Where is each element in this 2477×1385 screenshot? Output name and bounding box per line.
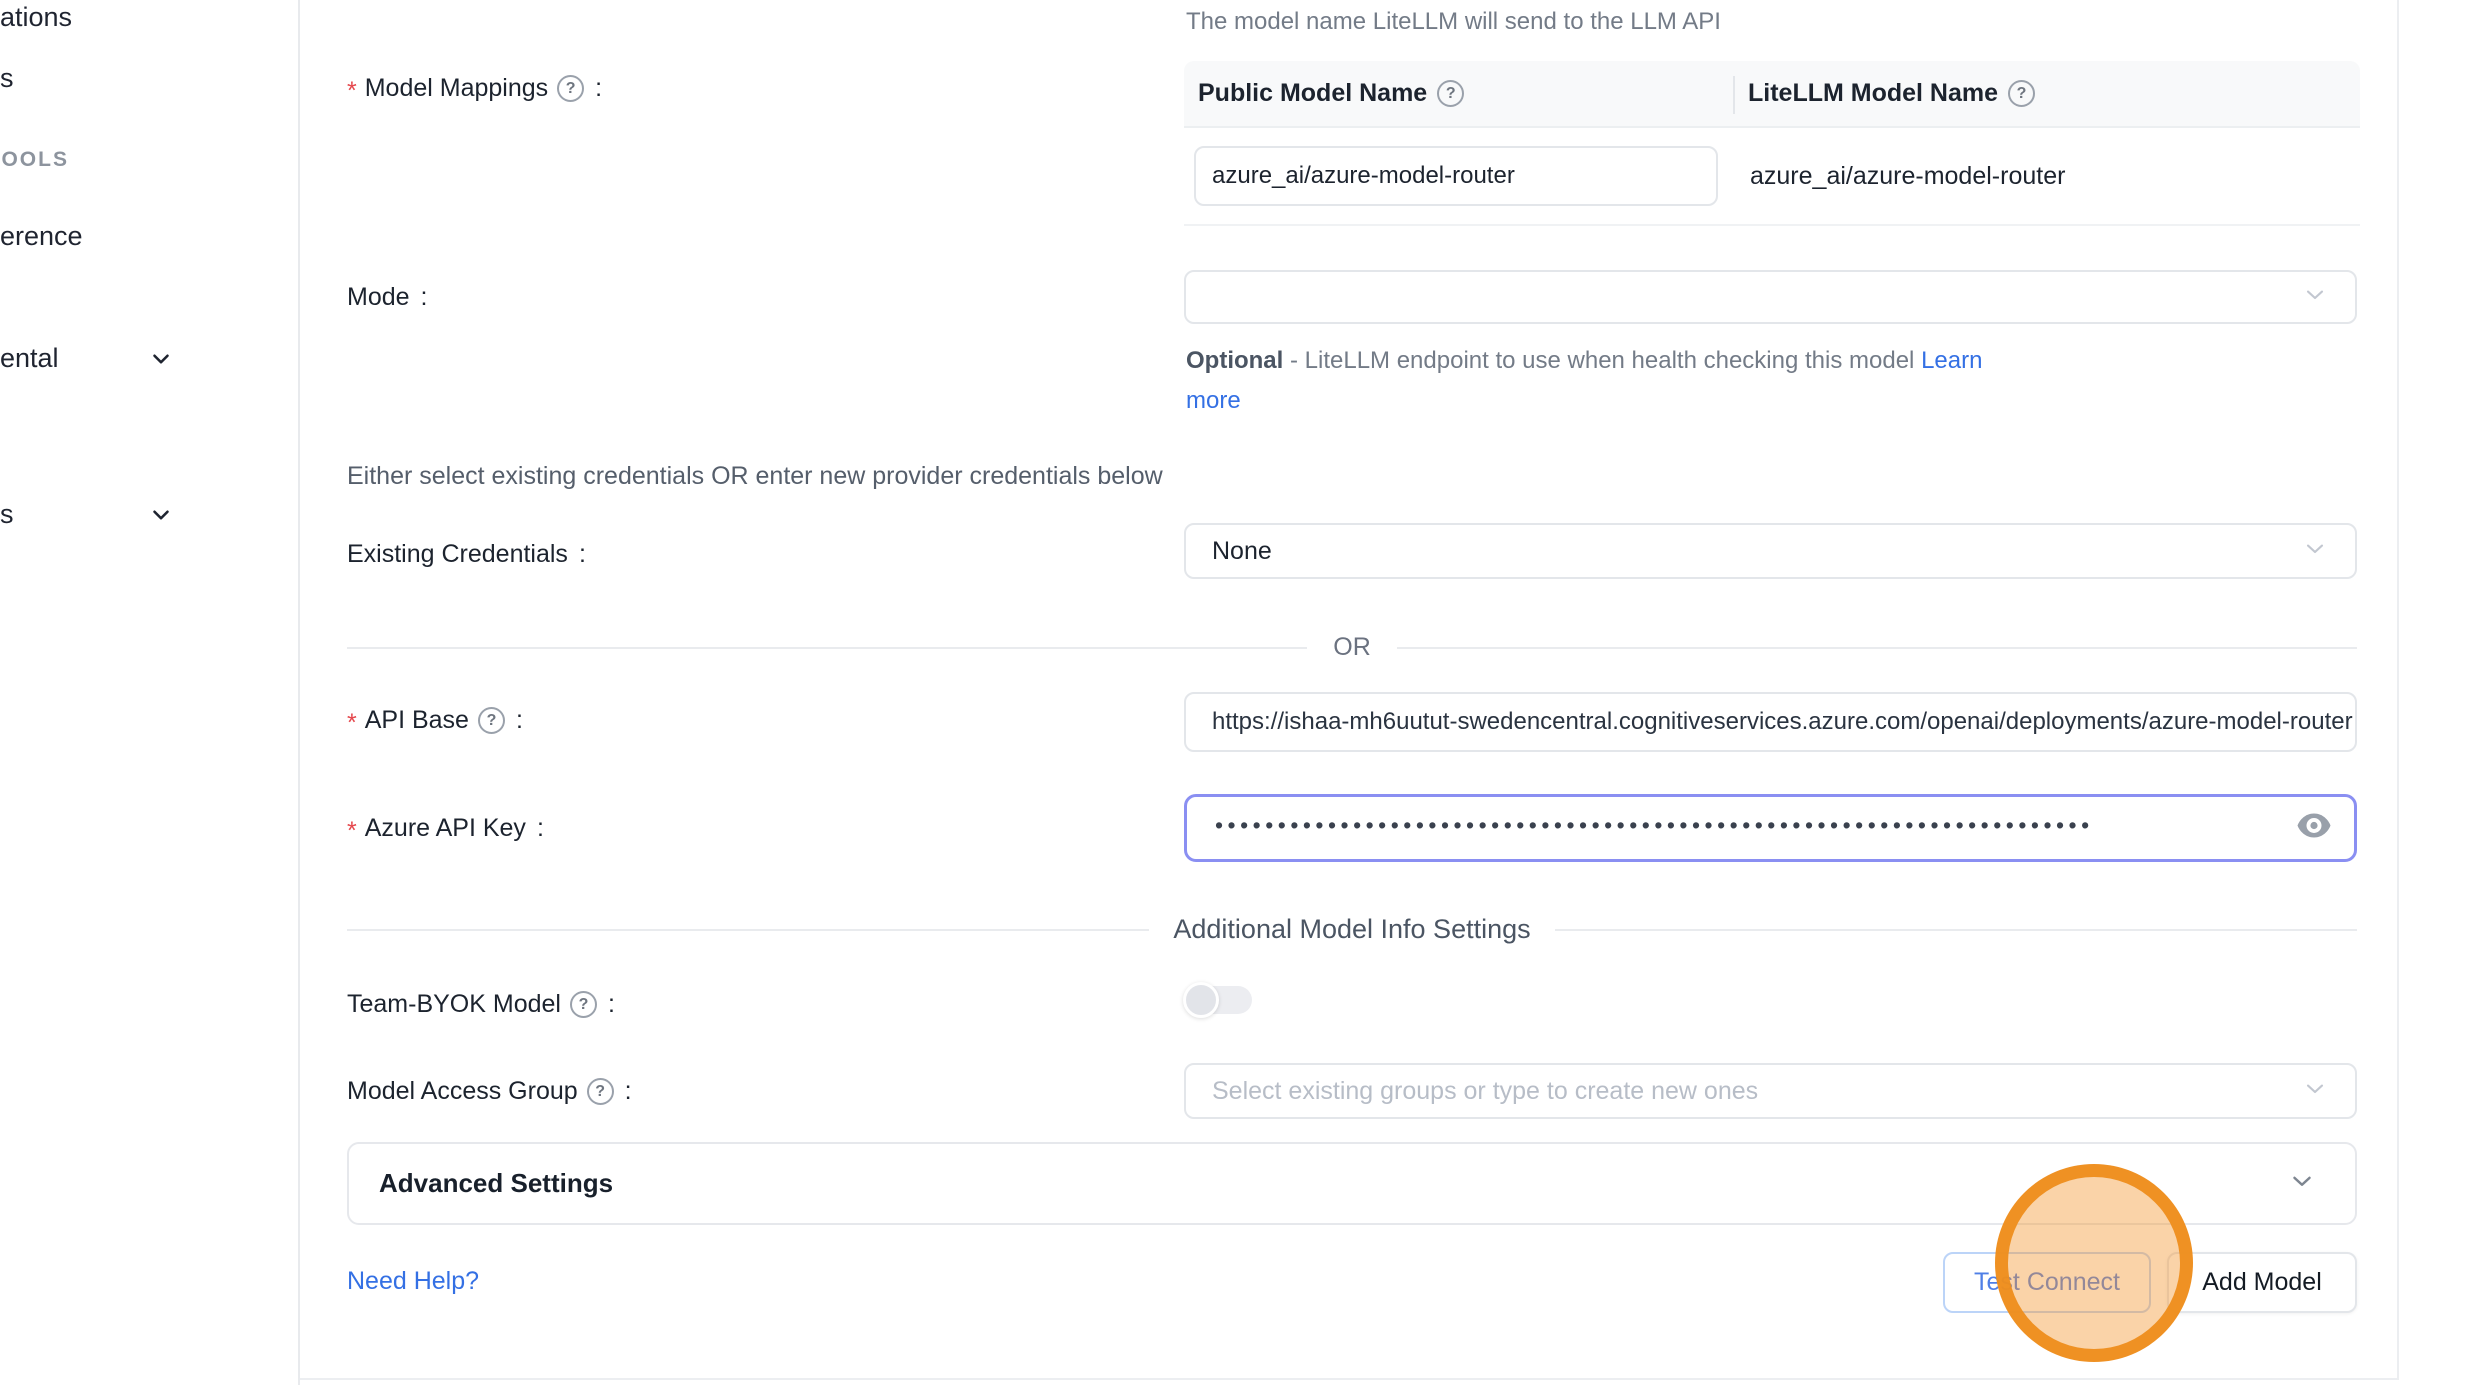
help-icon[interactable]: ? [2008, 80, 2035, 107]
advanced-settings-title: Advanced Settings [379, 1168, 613, 1199]
header-column-divider [1733, 76, 1735, 114]
model-access-group-label: Model Access Group ? : [347, 1077, 632, 1106]
required-asterisk: * [347, 709, 357, 738]
sidebar-item-inference[interactable]: erence [0, 221, 83, 252]
team-byok-label: Team-BYOK Model ? : [347, 990, 615, 1019]
model-mappings-header-row: Public Model Name ? LiteLLM Model Name ? [1184, 61, 2360, 128]
api-base-input[interactable]: https://ishaa-mh6uutut-swedencentral.cog… [1184, 692, 2357, 752]
chevron-down-icon [2301, 1075, 2329, 1108]
add-model-button[interactable]: Add Model [2167, 1252, 2357, 1313]
need-help-link[interactable]: Need Help? [347, 1267, 479, 1296]
advanced-settings-panel[interactable]: Advanced Settings [347, 1142, 2357, 1225]
existing-credentials-select[interactable]: None [1184, 523, 2357, 579]
test-connect-button[interactable]: Test Connect [1943, 1252, 2151, 1313]
litellm-model-name-value: azure_ai/azure-model-router [1734, 162, 2065, 190]
chevron-down-icon[interactable] [148, 346, 174, 372]
chevron-down-icon [2301, 535, 2329, 568]
or-divider: OR [347, 633, 2357, 662]
add-model-page: ations s TOOLS erence ental s The model … [0, 0, 2477, 1385]
additional-info-divider: Additional Model Info Settings [347, 914, 2357, 945]
sidebar-item-1[interactable]: s [0, 63, 14, 94]
model-mapping-row: azure_ai/azure-model-router azure_ai/azu… [1184, 128, 2360, 224]
help-icon[interactable]: ? [557, 75, 584, 102]
mode-select[interactable] [1184, 270, 2357, 324]
team-byok-toggle[interactable] [1186, 986, 1252, 1014]
help-icon[interactable]: ? [587, 1078, 614, 1105]
model-mappings-label: * Model Mappings ? : [347, 74, 602, 103]
chevron-down-icon[interactable] [148, 502, 174, 528]
azure-api-key-input[interactable]: ••••••••••••••••••••••••••••••••••••••••… [1184, 794, 2357, 862]
required-asterisk: * [347, 817, 357, 846]
chevron-down-icon [2287, 1166, 2317, 1201]
sidebar-section-tools: TOOLS [0, 148, 69, 172]
existing-credentials-label: Existing Credentials : [347, 540, 586, 569]
sidebar-item-organizations[interactable]: ations [0, 2, 72, 33]
help-icon[interactable]: ? [570, 991, 597, 1018]
sidebar-item-experimental[interactable]: ental [0, 343, 59, 374]
litellm-model-helper-text: The model name LiteLLM will send to the … [1186, 8, 1721, 36]
masked-password-value: ••••••••••••••••••••••••••••••••••••••••… [1187, 812, 2227, 839]
sidebar: ations s TOOLS erence ental s [0, 0, 300, 1385]
help-icon[interactable]: ? [478, 707, 505, 734]
required-asterisk: * [347, 77, 357, 106]
litellm-model-name-header: LiteLLM Model Name ? [1734, 79, 2360, 108]
public-model-name-header: Public Model Name ? [1184, 79, 1734, 108]
api-base-label: * API Base ? : [347, 706, 523, 735]
help-icon[interactable]: ? [1437, 80, 1464, 107]
public-model-name-input[interactable]: azure_ai/azure-model-router [1194, 146, 1718, 206]
eye-icon[interactable] [2296, 812, 2332, 845]
mode-label: Mode : [347, 283, 428, 312]
sidebar-item-settings[interactable]: s [0, 499, 14, 530]
credentials-note: Either select existing credentials OR en… [347, 462, 1163, 491]
model-mappings-table: Public Model Name ? LiteLLM Model Name ?… [1184, 61, 2360, 226]
chevron-down-icon [2301, 281, 2329, 314]
model-access-group-select[interactable]: Select existing groups or type to create… [1184, 1063, 2357, 1119]
toggle-knob [1183, 982, 1219, 1018]
mode-helper-text: Optional - LiteLLM endpoint to use when … [1186, 341, 2026, 421]
azure-api-key-label: * Azure API Key : [347, 814, 544, 843]
